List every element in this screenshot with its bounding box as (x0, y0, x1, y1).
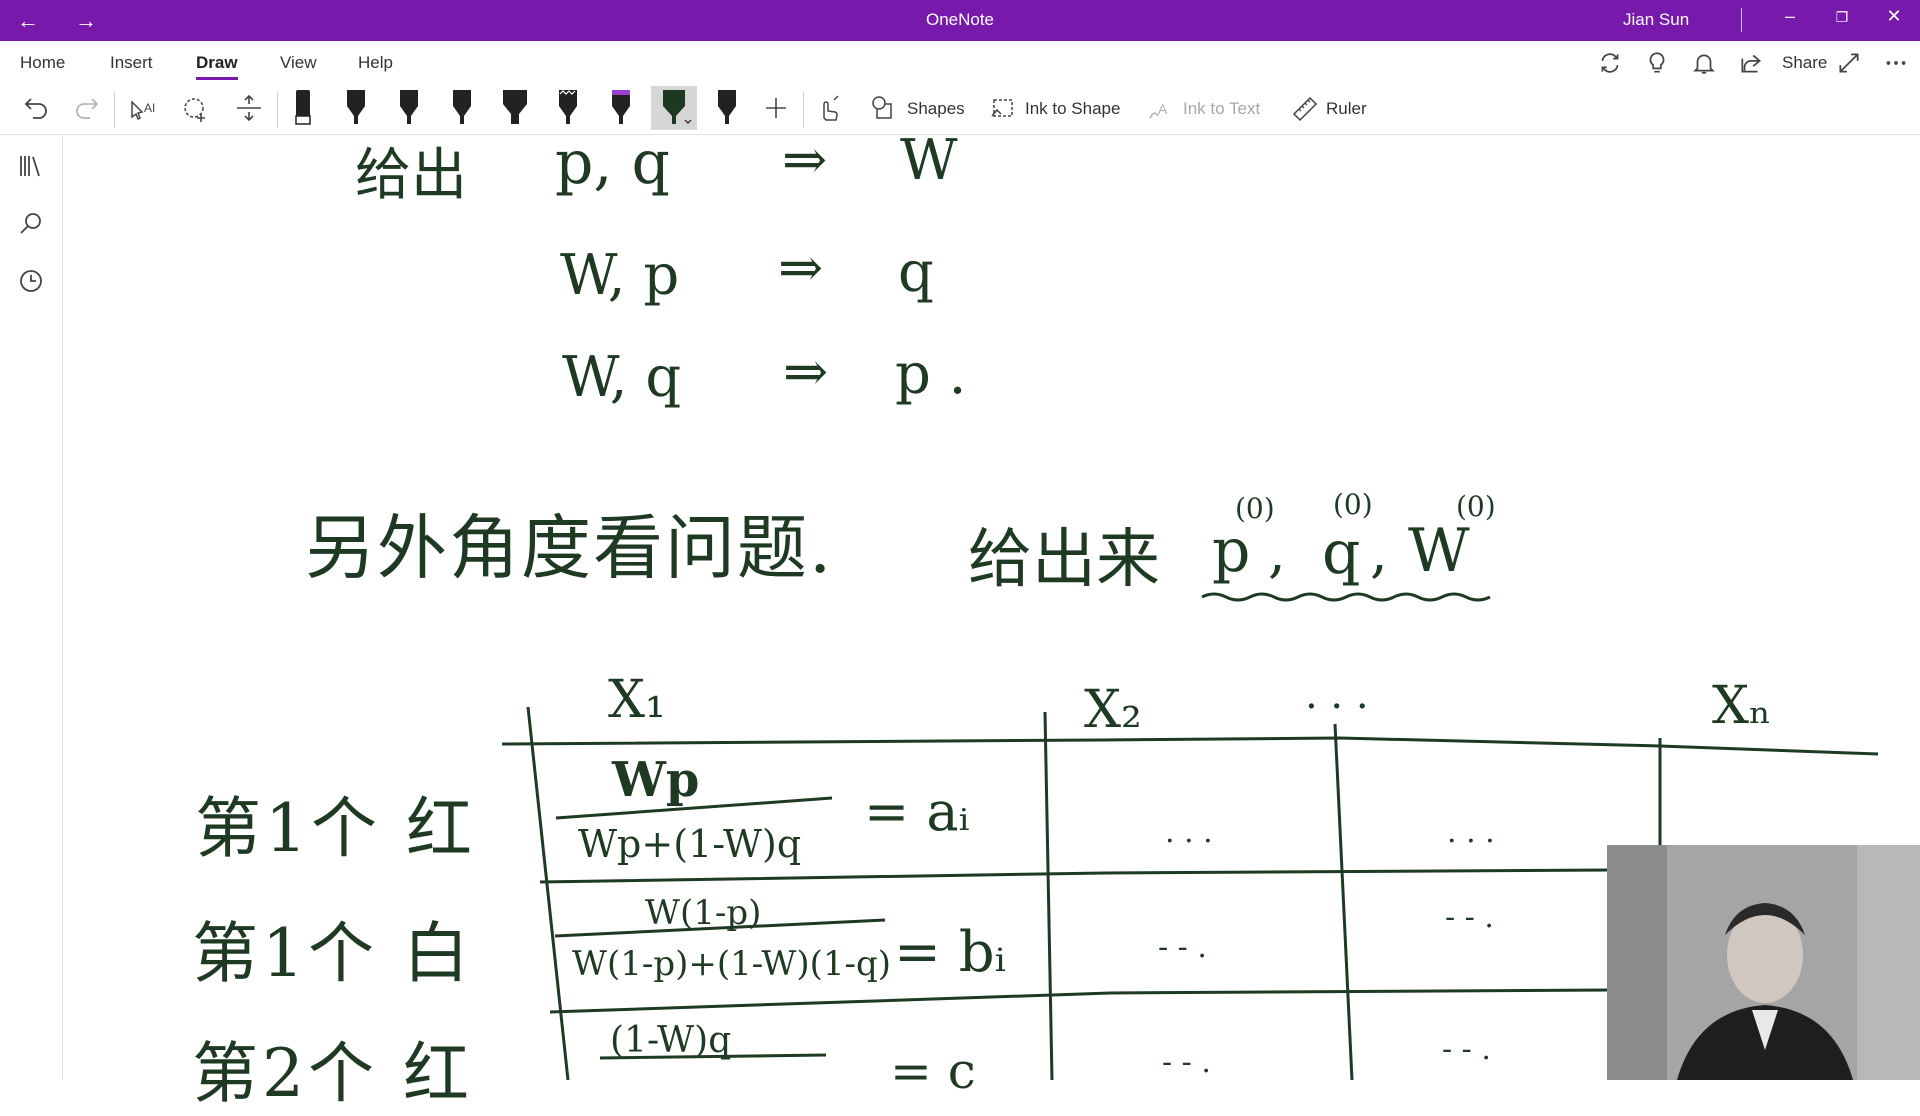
ink-cell-dashes: - - . (1442, 1032, 1491, 1067)
ink-row3-result: = c (890, 1042, 976, 1100)
ink-row1-label: 第1个 红 (195, 790, 476, 867)
ink-col-x2: X₂ (1084, 680, 1142, 740)
ink-row3-label: 第2个 红 (192, 1035, 473, 1112)
ink-cell-dashes: - - . (1445, 900, 1494, 935)
presenter-video-image (1607, 845, 1920, 1080)
ink-row1-denominator: Wp+(1-W)q (578, 822, 802, 866)
ink-row2-result: = bᵢ (894, 920, 1006, 985)
ink-col-xn: Xₙ (1712, 676, 1772, 736)
ink-row3-numerator: (1-W)q (610, 1020, 732, 1061)
ink-row1-result: = aᵢ (864, 780, 970, 843)
ink-row2-numerator: W(1-p) (645, 893, 762, 933)
ink-cell-dashes: - - . (1162, 1045, 1211, 1080)
ink-col-x1: X₁ (608, 670, 666, 730)
ink-col-dots: . . . (1305, 672, 1369, 718)
ink-cell-dots: . . . (1165, 815, 1213, 850)
ink-row2-label: 第1个 白 (192, 915, 473, 992)
ink-cell-dashes: - - . (1158, 930, 1207, 965)
ink-row1-numerator: Wp (612, 752, 700, 808)
presenter-webcam (1607, 845, 1920, 1080)
ink-cell-dots: . . . (1447, 815, 1495, 850)
ink-row2-denominator: W(1-p)+(1-W)(1-q) (572, 944, 891, 984)
